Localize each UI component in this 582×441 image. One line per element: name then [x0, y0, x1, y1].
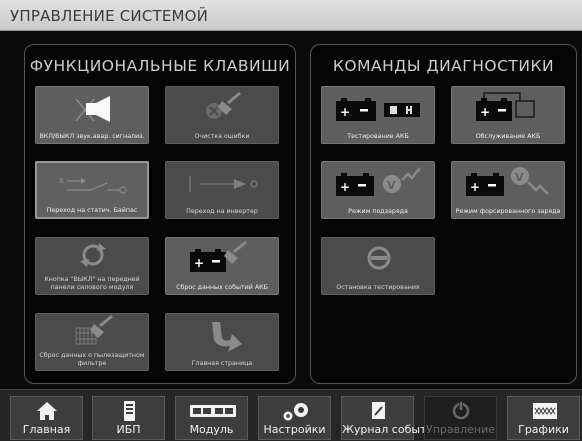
- nav-settings-label: Настройки: [263, 423, 326, 436]
- battery-maintenance-label: Обслуживание АКБ: [475, 133, 541, 140]
- nav-ups-label: ИБП: [116, 423, 141, 436]
- stop-testing-label: Остановка тестирования: [336, 284, 420, 291]
- function-keys-panel: ФУНКЦИОНАЛЬНЫЕ КЛАВИШИ ВКЛ/ВЫКЛ звук.ава…: [24, 44, 296, 384]
- nav-event-log[interactable]: Журнал событий: [341, 396, 441, 440]
- battery-test-label: Тестирование АКБ: [347, 133, 409, 140]
- module-power-off-label: Кнопка "ВЫКЛ" на передней панели силовог…: [44, 276, 140, 291]
- battery-maintenance-button[interactable]: + Обслуживание АКБ: [451, 86, 565, 144]
- clear-error-label: Очистка ошибки: [194, 133, 250, 140]
- boost-charge-button[interactable]: + V Режим форсированного заряда: [451, 161, 565, 219]
- static-bypass-label: Переход на статич. Байпас: [46, 207, 138, 214]
- diagnostics-title: КОМАНДЫ ДИАГНОСТИКИ: [332, 57, 555, 75]
- title-bar: УПРАВЛЕНИЕ СИСТЕМОЙ: [0, 0, 582, 31]
- reset-dust-filter-button[interactable]: Сброс данных о пылезащитном фильтре: [35, 313, 149, 371]
- inverter-transfer-button[interactable]: Переход на инвертер: [165, 161, 279, 219]
- nav-control[interactable]: Управление: [424, 396, 497, 440]
- svg-text:V: V: [387, 179, 396, 192]
- page-title: УПРАВЛЕНИЕ СИСТЕМОЙ: [10, 7, 209, 25]
- module-power-off-button[interactable]: Кнопка "ВЫКЛ" на передней панели силовог…: [35, 237, 149, 295]
- nav-charts-label: Графики: [518, 423, 569, 436]
- nav-settings[interactable]: Настройки: [258, 396, 331, 440]
- diagnostics-panel: КОМАНДЫ ДИАГНОСТИКИ + Тестирование АКБ +…: [310, 44, 577, 384]
- toggle-alarm-sound-label: ВКЛ/ВЫКЛ звук.авар. сигнализ.: [39, 133, 145, 140]
- svg-text:+: +: [340, 105, 350, 119]
- nav-control-label: Управление: [425, 423, 495, 436]
- boost-charge-label: Режим форсированного заряда: [455, 208, 561, 215]
- nav-charts[interactable]: Графики: [507, 396, 580, 440]
- svg-text:+: +: [194, 256, 204, 270]
- float-charge-label: Режим подзаряда: [348, 208, 408, 215]
- toggle-alarm-sound-button[interactable]: ВКЛ/ВЫКЛ звук.авар. сигнализ.: [35, 86, 149, 144]
- clear-error-button[interactable]: Очистка ошибки: [165, 86, 279, 144]
- svg-text:+: +: [470, 180, 480, 194]
- reset-battery-events-button[interactable]: + Сброс данных событий АКБ: [165, 237, 279, 295]
- nav-event-log-label: Журнал событий: [342, 423, 441, 436]
- static-bypass-button[interactable]: B Переход на статич. Байпас: [35, 161, 149, 219]
- svg-text:+: +: [480, 105, 490, 119]
- function-keys-title: ФУНКЦИОНАЛЬНЫЕ КЛАВИШИ: [29, 57, 291, 75]
- nav-ups[interactable]: ИБП: [92, 396, 165, 440]
- main-page-label: Главная страница: [191, 360, 253, 367]
- reset-battery-events-label: Сброс данных событий АКБ: [176, 284, 268, 291]
- float-charge-button[interactable]: + V Режим подзаряда: [321, 161, 435, 219]
- bottom-navigation: Главная ИБП Модуль Настройки Журнал собы…: [0, 389, 582, 441]
- nav-home[interactable]: Главная: [10, 396, 83, 440]
- nav-module[interactable]: Модуль: [175, 396, 248, 440]
- nav-home-label: Главная: [22, 423, 71, 436]
- reset-dust-filter-label: Сброс данных о пылезащитном фильтре: [39, 352, 145, 367]
- svg-text:V: V: [515, 171, 524, 184]
- stop-testing-button[interactable]: Остановка тестирования: [321, 237, 435, 295]
- nav-module-label: Модуль: [189, 423, 234, 436]
- main-page-button[interactable]: Главная страница: [165, 313, 279, 371]
- svg-text:+: +: [340, 180, 350, 194]
- svg-text:B: B: [59, 177, 64, 185]
- battery-test-button[interactable]: + Тестирование АКБ: [321, 86, 435, 144]
- inverter-transfer-label: Переход на инвертер: [186, 208, 258, 215]
